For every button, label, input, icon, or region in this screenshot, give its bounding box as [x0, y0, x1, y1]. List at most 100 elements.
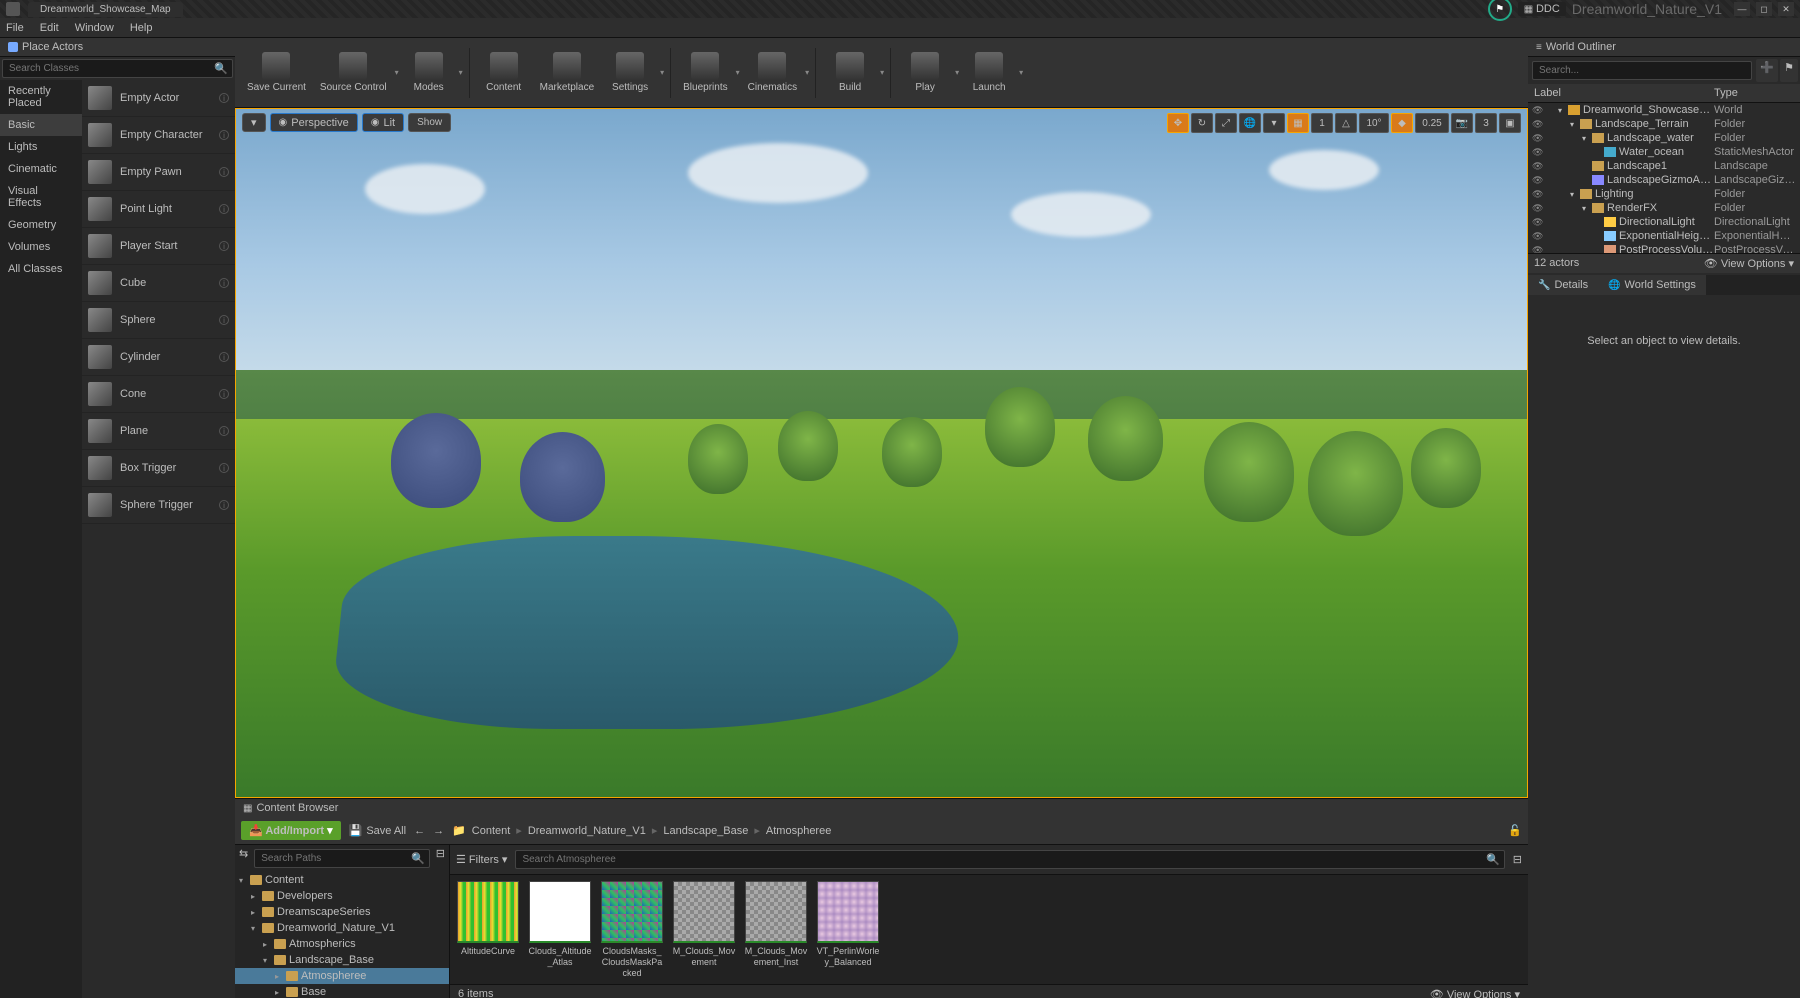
info-icon[interactable]: i: [219, 426, 229, 436]
camera-speed-icon[interactable]: 📷: [1451, 113, 1473, 133]
toolbar-marketplace[interactable]: Marketplace: [534, 48, 600, 97]
category-all-classes[interactable]: All Classes: [0, 258, 82, 280]
search-paths-input[interactable]: [255, 850, 407, 867]
menu-window[interactable]: Window: [75, 22, 114, 34]
add-import-button[interactable]: 📥 Add/Import ▾: [241, 821, 341, 840]
visibility-icon[interactable]: 👁: [1532, 105, 1544, 116]
toolbar-dropdown[interactable]: ▾: [459, 68, 463, 77]
history-back-button[interactable]: ←: [414, 825, 425, 837]
actor-empty-actor[interactable]: Empty Actori: [82, 80, 235, 117]
info-icon[interactable]: i: [219, 204, 229, 214]
grid-size-button[interactable]: 1: [1311, 113, 1333, 133]
minimize-button[interactable]: —: [1734, 2, 1750, 16]
scale-gizmo-icon[interactable]: ⤢: [1215, 113, 1237, 133]
tree-dreamworld-nature-v1[interactable]: ▾Dreamworld_Nature_V1: [235, 920, 449, 936]
outliner-landscape-terrain[interactable]: 👁▾Landscape_TerrainFolder: [1528, 117, 1800, 131]
tree-toggle-icon[interactable]: ⇆: [239, 847, 248, 870]
angle-snap-icon[interactable]: △: [1335, 113, 1357, 133]
outliner-landscape-water[interactable]: 👁▾Landscape_waterFolder: [1528, 131, 1800, 145]
category-volumes[interactable]: Volumes: [0, 236, 82, 258]
menu-edit[interactable]: Edit: [40, 22, 59, 34]
toolbar-dropdown[interactable]: ▾: [805, 68, 809, 77]
toolbar-launch[interactable]: Launch: [961, 48, 1017, 97]
actor-player-start[interactable]: Player Starti: [82, 228, 235, 265]
crumb-3[interactable]: Atmospheree: [766, 825, 831, 837]
place-actors-tab[interactable]: Place Actors: [0, 38, 235, 57]
tree-landscape-base[interactable]: ▾Landscape_Base: [235, 952, 449, 968]
maximize-button[interactable]: ◻: [1756, 2, 1772, 16]
outliner-headers[interactable]: Label Type: [1528, 84, 1800, 103]
info-icon[interactable]: i: [219, 500, 229, 510]
search-classes-input[interactable]: [3, 60, 210, 77]
world-settings-tab[interactable]: 🌐 World Settings: [1598, 275, 1706, 295]
asset-m-clouds-movement[interactable]: M_Clouds_Movement: [672, 881, 736, 968]
visibility-icon[interactable]: 👁: [1532, 203, 1544, 214]
actor-empty-character[interactable]: Empty Characteri: [82, 117, 235, 154]
surface-snap-icon[interactable]: ▾: [1263, 113, 1285, 133]
details-tab[interactable]: 🔧 Details: [1528, 275, 1598, 295]
category-visual-effects[interactable]: Visual Effects: [0, 180, 82, 214]
ddc-button[interactable]: ▦ DDC: [1518, 2, 1566, 16]
info-icon[interactable]: i: [219, 93, 229, 103]
map-tab[interactable]: Dreamworld_Showcase_Map: [28, 2, 183, 17]
toolbar-blueprints[interactable]: Blueprints: [677, 48, 733, 97]
history-fwd-button[interactable]: →: [433, 825, 444, 837]
visibility-icon[interactable]: 👁: [1532, 217, 1544, 228]
outliner-renderfx[interactable]: 👁▾RenderFXFolder: [1528, 201, 1800, 215]
outliner-postprocessvolume[interactable]: 👁 PostProcessVolumePostProcessVolume: [1528, 243, 1800, 253]
toolbar-dropdown[interactable]: ▾: [1019, 68, 1023, 77]
toolbar-content[interactable]: Content: [476, 48, 532, 97]
camera-speed-value[interactable]: 3: [1475, 113, 1497, 133]
outliner-exponentialheightfog[interactable]: 👁 ExponentialHeightFogExponentialHeightF: [1528, 229, 1800, 243]
actor-cylinder[interactable]: Cylinderi: [82, 339, 235, 376]
toolbar-dropdown[interactable]: ▾: [660, 68, 664, 77]
info-icon[interactable]: i: [219, 278, 229, 288]
crumb-2[interactable]: Landscape_Base: [663, 825, 748, 837]
outliner-search-input[interactable]: [1533, 62, 1751, 79]
visibility-icon[interactable]: 👁: [1532, 231, 1544, 242]
visibility-icon[interactable]: 👁: [1532, 175, 1544, 186]
visibility-icon[interactable]: 👁: [1532, 133, 1544, 144]
tree-collapse-icon[interactable]: ⊟: [436, 847, 445, 870]
info-icon[interactable]: i: [219, 389, 229, 399]
outliner-filter-icon[interactable]: ⚑: [1780, 59, 1798, 82]
tree-dreamscapeseries[interactable]: ▸DreamscapeSeries: [235, 904, 449, 920]
visibility-icon[interactable]: 👁: [1532, 189, 1544, 200]
filters-button[interactable]: ☰ Filters ▾: [456, 853, 507, 866]
tutorial-flag-icon[interactable]: ⚑: [1488, 0, 1512, 21]
translate-gizmo-icon[interactable]: ✥: [1167, 113, 1189, 133]
maximize-viewport-icon[interactable]: ▣: [1499, 113, 1521, 133]
category-geometry[interactable]: Geometry: [0, 214, 82, 236]
info-icon[interactable]: i: [219, 463, 229, 473]
toolbar-source-control[interactable]: Source Control: [314, 48, 393, 97]
lit-button[interactable]: ◉ Lit: [362, 113, 404, 132]
scale-snap-value[interactable]: 0.25: [1415, 113, 1449, 133]
actor-cone[interactable]: Conei: [82, 376, 235, 413]
asset-vt-perlinworley-balanced[interactable]: VT_PerlinWorley_Balanced: [816, 881, 880, 968]
asset-collapse-icon[interactable]: ⊟: [1513, 853, 1522, 866]
lock-icon[interactable]: 🔓: [1508, 824, 1522, 837]
visibility-icon[interactable]: 👁: [1532, 119, 1544, 130]
menu-file[interactable]: File: [6, 22, 24, 34]
actor-sphere-trigger[interactable]: Sphere Triggeri: [82, 487, 235, 524]
grid-snap-icon[interactable]: ▦: [1287, 113, 1309, 133]
outliner-directionallight[interactable]: 👁 DirectionalLightDirectionalLight: [1528, 215, 1800, 229]
save-all-button[interactable]: 💾 Save All: [349, 824, 406, 837]
search-assets-input[interactable]: [516, 851, 1482, 868]
place-actors-search[interactable]: 🔍: [2, 59, 233, 78]
toolbar-cinematics[interactable]: Cinematics: [742, 48, 803, 97]
asset-cloudsmasks-cloudsmaskpacked[interactable]: CloudsMasks_CloudsMaskPacked: [600, 881, 664, 978]
info-icon[interactable]: i: [219, 167, 229, 177]
toolbar-dropdown[interactable]: ▾: [880, 68, 884, 77]
crumb-0[interactable]: Content: [472, 825, 511, 837]
toolbar-modes[interactable]: Modes: [401, 48, 457, 97]
outliner-water-ocean[interactable]: 👁 Water_oceanStaticMeshActor: [1528, 145, 1800, 159]
crumb-1[interactable]: Dreamworld_Nature_V1: [528, 825, 646, 837]
info-icon[interactable]: i: [219, 352, 229, 362]
category-recently-placed[interactable]: Recently Placed: [0, 80, 82, 114]
actor-sphere[interactable]: Spherei: [82, 302, 235, 339]
perspective-button[interactable]: ◉ Perspective: [270, 113, 358, 132]
world-outliner-tab[interactable]: ≡ World Outliner: [1528, 38, 1800, 57]
asset-clouds-altitude-atlas[interactable]: Clouds_Altitude_Atlas: [528, 881, 592, 968]
content-browser-tab[interactable]: ▦ Content Browser: [235, 799, 1528, 817]
